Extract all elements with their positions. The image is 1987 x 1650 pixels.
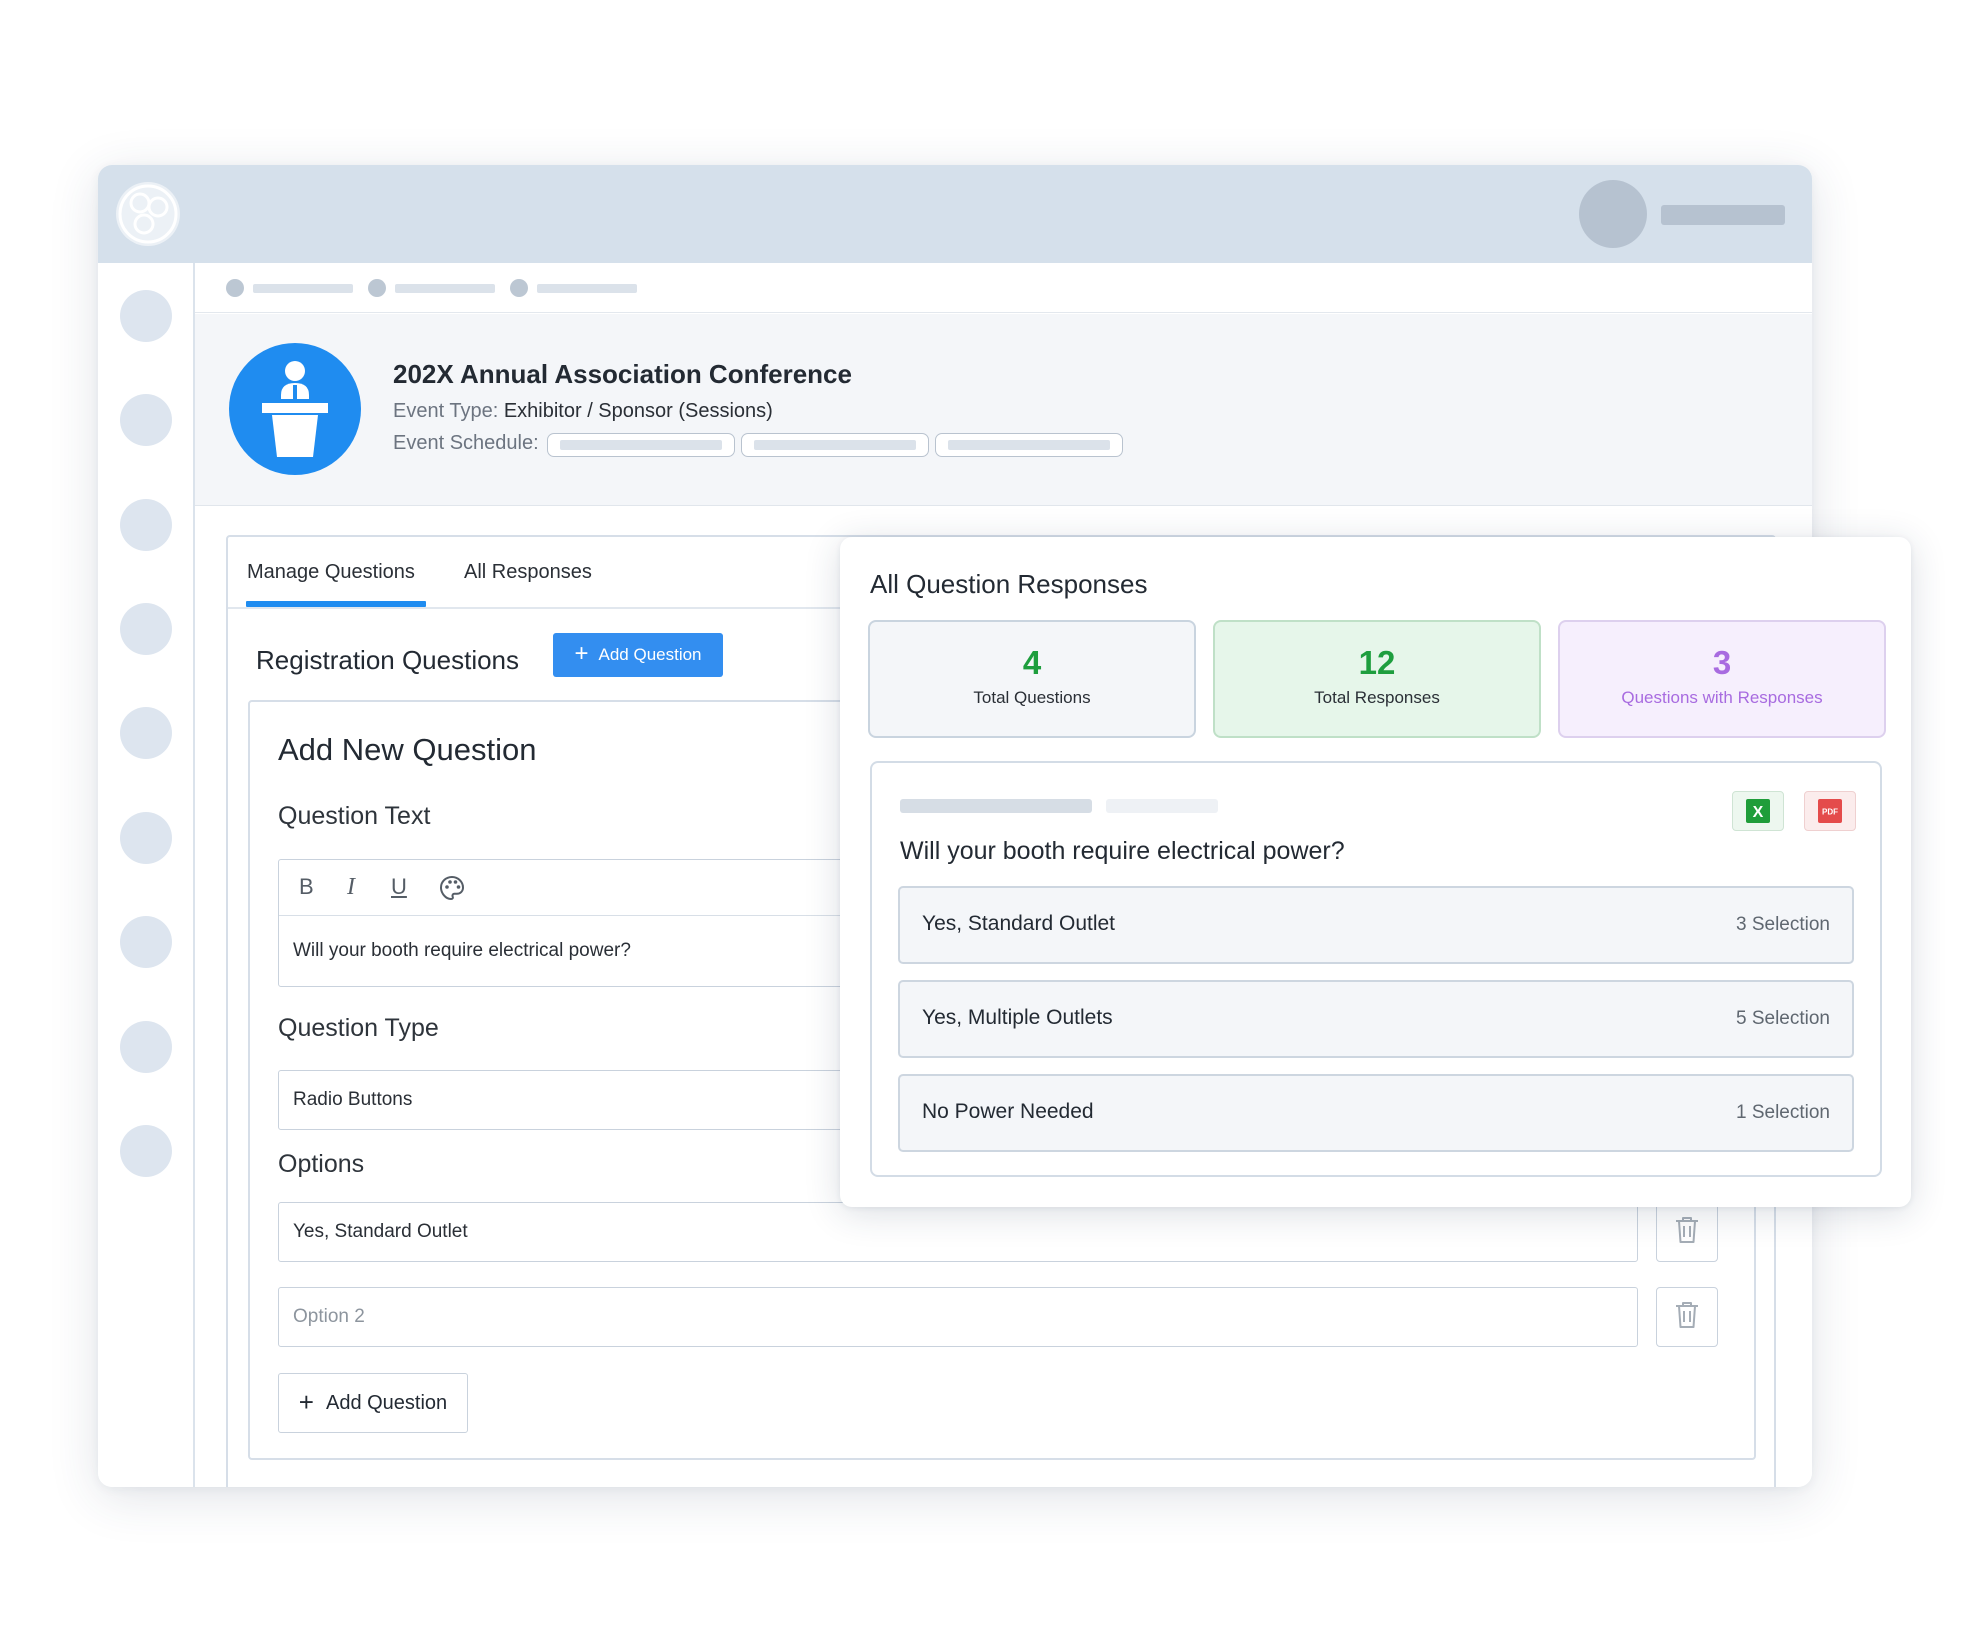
- schedule-pill[interactable]: [547, 433, 735, 457]
- response-option-count: 3 Selection: [1735, 914, 1830, 935]
- response-option-row: No Power Needed 1 Selection: [898, 1074, 1854, 1152]
- active-tab-indicator: [246, 601, 426, 607]
- speaker-podium-icon: [229, 343, 361, 475]
- sidebar-item-5[interactable]: [120, 707, 172, 759]
- breadcrumb-dot: [368, 279, 386, 297]
- sidebar-item-8[interactable]: [120, 1021, 172, 1073]
- stat-total-responses: 12 Total Responses: [1213, 620, 1541, 738]
- stat-label: Total Responses: [1314, 688, 1440, 707]
- sidebar: [98, 263, 195, 1487]
- user-name-placeholder: [1661, 205, 1785, 225]
- italic-button[interactable]: I: [347, 874, 355, 901]
- palette-icon[interactable]: [439, 875, 465, 907]
- top-bar: [98, 165, 1812, 263]
- user-avatar[interactable]: [1579, 180, 1647, 248]
- question-meta-placeholder: [900, 799, 1092, 813]
- trash-icon: [1674, 1300, 1700, 1335]
- response-option-name: Yes, Standard Outlet: [922, 912, 1116, 935]
- export-pdf-button[interactable]: PDF: [1804, 791, 1856, 831]
- delete-option-1-button[interactable]: [1656, 1202, 1718, 1262]
- pdf-icon: PDF: [1818, 799, 1842, 823]
- tab-manage-questions[interactable]: Manage Questions: [247, 561, 415, 584]
- question-type-value: Radio Buttons: [293, 1089, 413, 1110]
- breadcrumb-item[interactable]: [253, 284, 353, 293]
- sidebar-item-3[interactable]: [120, 499, 172, 551]
- question-meta-placeholder: [1106, 799, 1218, 813]
- question-text-value: Will your booth require electrical power…: [293, 940, 631, 961]
- form-heading: Add New Question: [278, 732, 537, 767]
- event-type: Event Type: Exhibitor / Sponsor (Session…: [393, 400, 773, 423]
- option-input-2[interactable]: Option 2: [278, 1287, 1638, 1347]
- event-header: 202X Annual Association Conference Event…: [195, 314, 1812, 506]
- tab-all-responses[interactable]: All Responses: [464, 561, 592, 584]
- stat-total-questions: 4 Total Questions: [868, 620, 1196, 738]
- response-option-count: 1 Selection: [1735, 1102, 1830, 1123]
- sidebar-item-7[interactable]: [120, 916, 172, 968]
- add-question-button[interactable]: + Add Question: [553, 633, 723, 677]
- response-option-row: Yes, Standard Outlet 3 Selection: [898, 886, 1854, 964]
- response-question-text: Will your booth require electrical power…: [900, 837, 1345, 865]
- event-title: 202X Annual Association Conference: [393, 359, 852, 389]
- stat-label: Questions with Responses: [1621, 688, 1823, 707]
- stat-number: 4: [1022, 644, 1042, 681]
- question-response-card: X PDF Will your booth require electrical…: [870, 761, 1882, 1177]
- responses-title: All Question Responses: [870, 569, 1148, 599]
- breadcrumb-dot: [510, 279, 528, 297]
- sidebar-item-9[interactable]: [120, 1125, 172, 1177]
- plus-icon: +: [298, 1387, 314, 1417]
- breadcrumb-item[interactable]: [537, 284, 637, 293]
- breadcrumb-dot: [226, 279, 244, 297]
- stat-questions-with-responses: 3 Questions with Responses: [1558, 620, 1886, 738]
- breadcrumb-item[interactable]: [395, 284, 495, 293]
- trash-icon: [1674, 1215, 1700, 1250]
- add-option-button-label: Add Question: [325, 1391, 448, 1414]
- breadcrumb: [195, 263, 1812, 313]
- response-option-name: Yes, Multiple Outlets: [922, 1006, 1113, 1029]
- plus-icon: +: [574, 640, 589, 667]
- svg-text:X: X: [1753, 804, 1764, 821]
- sidebar-item-1[interactable]: [120, 290, 172, 342]
- schedule-pill[interactable]: [741, 433, 929, 457]
- response-option-name: No Power Needed: [922, 1100, 1094, 1123]
- bold-button[interactable]: B: [299, 874, 314, 900]
- response-option-row: Yes, Multiple Outlets 5 Selection: [898, 980, 1854, 1058]
- stat-number: 12: [1358, 644, 1396, 681]
- question-type-label: Question Type: [278, 1014, 439, 1042]
- event-type-label: Event Type:: [393, 400, 499, 422]
- question-text-label: Question Text: [278, 802, 431, 830]
- schedule-pill[interactable]: [935, 433, 1123, 457]
- add-option-button[interactable]: + Add Question: [278, 1373, 468, 1433]
- sidebar-item-6[interactable]: [120, 812, 172, 864]
- stat-number: 3: [1712, 644, 1732, 681]
- option-1-value: Yes, Standard Outlet: [293, 1221, 468, 1242]
- section-title: Registration Questions: [256, 645, 520, 675]
- option-2-placeholder: Option 2: [293, 1306, 365, 1327]
- svg-text:PDF: PDF: [1822, 808, 1838, 817]
- add-question-button-label: Add Question: [598, 645, 702, 664]
- delete-option-2-button[interactable]: [1656, 1287, 1718, 1347]
- excel-icon: X: [1746, 799, 1770, 823]
- responses-panel: All Question Responses 4 Total Questions…: [840, 537, 1911, 1207]
- event-type-value: Exhibitor / Sponsor (Sessions): [503, 400, 773, 422]
- export-excel-button[interactable]: X: [1732, 791, 1784, 831]
- sidebar-item-2[interactable]: [120, 394, 172, 446]
- underline-button[interactable]: U: [391, 874, 407, 900]
- sidebar-item-4[interactable]: [120, 603, 172, 655]
- response-option-count: 5 Selection: [1735, 1008, 1830, 1029]
- event-schedule-label: Event Schedule:: [393, 432, 539, 454]
- option-input-1[interactable]: Yes, Standard Outlet: [278, 1202, 1638, 1262]
- options-label: Options: [278, 1150, 365, 1178]
- app-logo-icon[interactable]: [114, 180, 182, 248]
- stat-label: Total Questions: [973, 688, 1091, 707]
